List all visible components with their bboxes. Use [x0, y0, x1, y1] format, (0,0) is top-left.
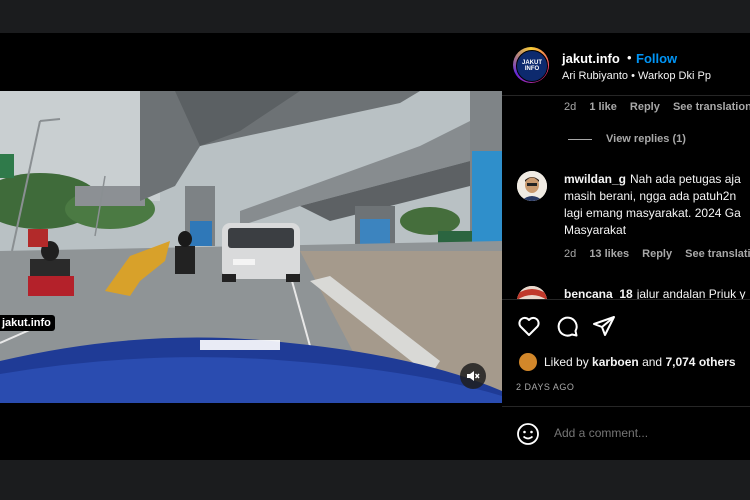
comment-body: mwildan_g Nah ada petugas aja masih beran…	[564, 171, 750, 239]
comment-button[interactable]	[555, 314, 579, 338]
comment-line: Masyarakat	[564, 223, 627, 237]
comment-meta: 2d 13 likes Reply See translation	[564, 248, 750, 260]
comment-likes[interactable]: 13 likes	[589, 248, 629, 260]
author-username[interactable]: jakut.info	[562, 51, 620, 66]
paper-plane-icon	[593, 316, 615, 336]
comment-likes[interactable]: 1 like	[589, 101, 617, 113]
comment-meta: 2d 1 like Reply See translation	[564, 101, 750, 113]
share-button[interactable]	[592, 314, 616, 338]
comment-time: 2d	[564, 101, 577, 113]
emoji-button[interactable]	[516, 422, 540, 446]
comment-composer	[502, 406, 750, 460]
comment-line: Nah ada petugas aja	[630, 172, 741, 186]
top-backdrop	[0, 0, 750, 33]
reply-button[interactable]: Reply	[642, 248, 672, 260]
mute-button[interactable]	[460, 363, 486, 389]
like-button[interactable]	[517, 314, 541, 338]
post-timestamp[interactable]: 2 DAYS AGO	[516, 382, 574, 392]
commenter-avatar[interactable]	[517, 171, 547, 201]
follow-button[interactable]: Follow	[636, 51, 677, 66]
video-watermark: jakut.info	[0, 315, 55, 331]
user-photo-icon	[517, 171, 547, 201]
bottom-backdrop	[0, 460, 750, 500]
liker-avatar[interactable]	[519, 353, 537, 371]
post-header: JAKUT INFO jakut.info • Follow Ari Rubiy…	[502, 33, 750, 96]
comments-list[interactable]: 2d 1 like Reply See translation View rep…	[502, 96, 750, 328]
comment-line: masih berani, ngga ada patuh2n	[564, 189, 737, 203]
post-side-panel: JAKUT INFO jakut.info • Follow Ari Rubiy…	[502, 33, 750, 460]
view-replies-label: View replies (1)	[606, 133, 686, 145]
view-replies-button[interactable]: View replies (1)	[568, 133, 686, 145]
comment-bubble-icon	[557, 316, 578, 337]
avatar-label: JAKUT INFO	[521, 60, 542, 72]
emoji-smile-icon	[517, 423, 539, 445]
liked-by-and: and	[642, 355, 663, 369]
likes-summary: Liked by karboen and 7,074 others	[544, 355, 736, 369]
speaker-muted-icon	[467, 371, 480, 381]
header-separator: •	[627, 50, 632, 65]
post-video[interactable]: jakut.info	[0, 91, 502, 403]
comment-time: 2d	[564, 248, 577, 260]
media-area: jakut.info	[0, 33, 502, 460]
comment-line: lagi emang masyarakat. 2024 Ga	[564, 206, 741, 220]
add-comment-input[interactable]	[554, 423, 744, 443]
post-actions: Liked by karboen and 7,074 others 2 DAYS…	[502, 299, 750, 460]
video-frame	[0, 91, 502, 403]
liked-by-prefix: Liked by	[544, 355, 589, 369]
see-translation-button[interactable]: See translation	[685, 248, 750, 260]
likes-count[interactable]: 7,074 others	[665, 355, 735, 369]
see-translation-button[interactable]: See translation	[673, 101, 750, 113]
heart-icon	[518, 316, 540, 336]
replies-divider	[568, 138, 592, 140]
reply-button[interactable]: Reply	[630, 101, 660, 113]
post-location[interactable]: Ari Rubiyanto • Warkop Dki Pp	[562, 70, 711, 82]
liked-by-user[interactable]: karboen	[592, 355, 639, 369]
comment-username[interactable]: mwildan_g	[564, 172, 626, 186]
author-avatar[interactable]: JAKUT INFO	[513, 47, 549, 83]
